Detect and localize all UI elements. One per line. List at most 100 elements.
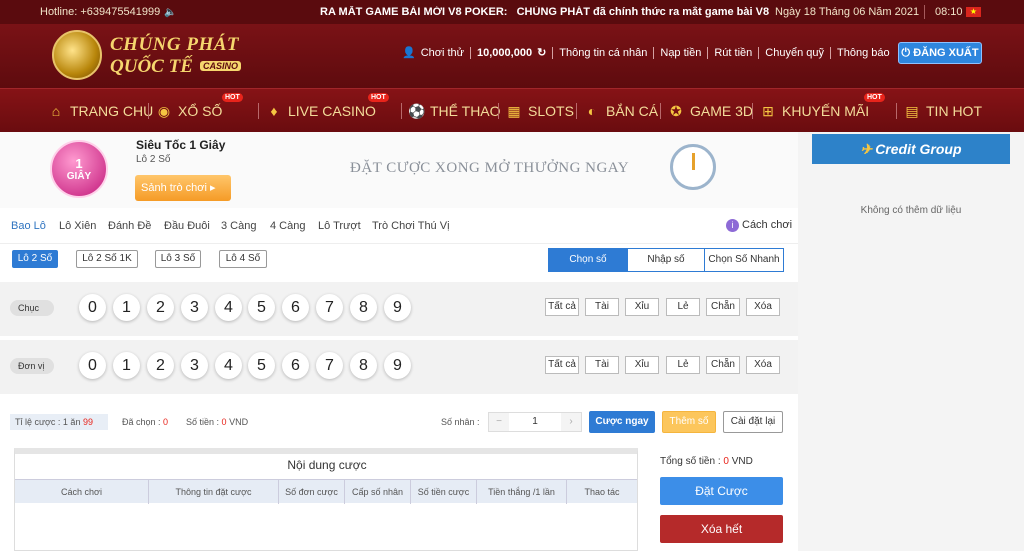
- lobby-button[interactable]: Sảnh trò chơi ▸: [135, 175, 231, 201]
- date-text: Ngày 18 Tháng 06 Năm 2021: [775, 6, 920, 18]
- digit-button[interactable]: 8: [350, 352, 377, 379]
- digit-button[interactable]: 3: [181, 294, 208, 321]
- logo-line2: QUỐC TẾ: [110, 56, 193, 77]
- link-notification[interactable]: Thông báo: [837, 47, 890, 59]
- digit-button[interactable]: 6: [282, 352, 309, 379]
- nav-item-lottery[interactable]: ◉ XỔ SỐ: [156, 89, 222, 133]
- quick-clear-button[interactable]: Xóa: [746, 356, 780, 374]
- divider: [552, 46, 554, 59]
- digit-button[interactable]: 0: [79, 294, 106, 321]
- refresh-icon[interactable]: ↻: [537, 46, 546, 59]
- subtab-lo-3-so[interactable]: Lô 3 Số: [155, 250, 201, 268]
- main-nav: ⌂ TRANG CHU ◉ XỔ SỐ HOT ♦ LIVE CASINO HOT ⚽…: [0, 88, 1024, 132]
- logout-label: ĐĂNG XUẤT: [913, 47, 979, 59]
- minus-icon[interactable]: −: [489, 413, 509, 431]
- credit-group-banner[interactable]: ✈ Credit Group: [812, 134, 1010, 164]
- digit-button[interactable]: 6: [282, 294, 309, 321]
- subtab-lo-4-so[interactable]: Lô 4 Số: [219, 250, 267, 268]
- digit-button[interactable]: 5: [248, 352, 275, 379]
- digit-button[interactable]: 4: [215, 352, 242, 379]
- digit-button[interactable]: 7: [316, 352, 343, 379]
- digit-button[interactable]: 1: [113, 294, 140, 321]
- nav-item-live-casino[interactable]: ♦ LIVE CASINO: [266, 89, 376, 133]
- link-deposit[interactable]: Nạp tiền: [660, 47, 701, 59]
- header: CHÚNG PHÁT QUỐC TẾ CASINO 👤 Chơi thử 10,…: [0, 24, 1024, 88]
- divider: [653, 46, 655, 59]
- digit-button[interactable]: 3: [181, 352, 208, 379]
- hotline-text: Hotline: +639475541999: [40, 6, 161, 18]
- vietnam-flag-icon[interactable]: ★: [966, 7, 981, 17]
- column-header: Số tiền cược: [411, 480, 477, 504]
- digit-button[interactable]: 0: [79, 352, 106, 379]
- nav-item-slots[interactable]: ▦ SLOTS: [506, 89, 574, 133]
- subtab-lo-2-so-1k[interactable]: Lô 2 Số 1K: [76, 250, 138, 268]
- nav-item-game3d[interactable]: ✪ GAME 3D: [668, 89, 753, 133]
- quick-big-button[interactable]: Tài: [585, 356, 619, 374]
- quick-small-button[interactable]: Xỉu: [625, 356, 659, 374]
- nav-item-news[interactable]: ▤ TIN HOT: [904, 89, 982, 133]
- divider: [498, 103, 499, 119]
- nav-label: XỔ SỐ: [178, 103, 223, 119]
- quick-even-button[interactable]: Chẵn: [706, 298, 740, 316]
- speaker-icon[interactable]: 🔈: [164, 7, 176, 18]
- nav-item-promotion[interactable]: ⊞ KHUYẾN MÃI: [760, 89, 869, 133]
- logout-button[interactable]: ⏻ ĐĂNG XUẤT: [898, 42, 982, 64]
- link-profile[interactable]: Thông tin cá nhân: [559, 47, 647, 59]
- nav-item-sports[interactable]: ⚽ THỂ THAO: [408, 89, 501, 133]
- digit-button[interactable]: 1: [113, 352, 140, 379]
- row-label: Đơn vị: [10, 358, 54, 374]
- quick-odd-button[interactable]: Lẻ: [666, 356, 700, 374]
- tab-tro-choi-thu-vi[interactable]: Trò Chơi Thú Vị: [372, 220, 450, 232]
- divider: [470, 46, 472, 59]
- mode-chon-so[interactable]: Chọn số: [548, 248, 628, 272]
- power-icon: ⏻: [901, 47, 911, 59]
- link-withdraw[interactable]: Rút tiền: [714, 47, 752, 59]
- game-ball-icon: 1 GIÂY: [50, 140, 108, 198]
- subtab-lo-2-so[interactable]: Lô 2 Số: [12, 250, 58, 268]
- digit-button[interactable]: 2: [147, 352, 174, 379]
- how-to-play-link[interactable]: i Cách chơi: [726, 219, 792, 232]
- place-bet-button[interactable]: Đặt Cược: [660, 477, 783, 505]
- divider: [576, 103, 577, 119]
- multiplier-stepper[interactable]: − 1 ›: [488, 412, 582, 432]
- digit-button[interactable]: 8: [350, 294, 377, 321]
- divider: [924, 5, 925, 19]
- mode-chon-so-nhanh[interactable]: Chọn Số Nhanh: [704, 248, 784, 272]
- digit-button[interactable]: 4: [215, 294, 242, 321]
- plus-icon[interactable]: ›: [561, 413, 581, 431]
- add-number-button[interactable]: Thêm số: [662, 411, 716, 433]
- quick-big-button[interactable]: Tài: [585, 298, 619, 316]
- digit-button[interactable]: 7: [316, 294, 343, 321]
- tab-bao-lo[interactable]: Bao Lô: [11, 220, 46, 232]
- tab-4-cang[interactable]: 4 Càng: [270, 220, 305, 232]
- quick-all-button[interactable]: Tất cả: [545, 356, 579, 374]
- digit-button[interactable]: 9: [384, 294, 411, 321]
- logo[interactable]: CHÚNG PHÁT QUỐC TẾ CASINO: [52, 28, 252, 84]
- quick-all-button[interactable]: Tất cả: [545, 298, 579, 316]
- link-transfer[interactable]: Chuyển quỹ: [765, 47, 824, 59]
- digit-button[interactable]: 5: [248, 294, 275, 321]
- multiplier-value[interactable]: 1: [509, 413, 561, 431]
- tab-danh-de[interactable]: Đánh Đề: [108, 220, 151, 232]
- username[interactable]: Chơi thử: [421, 47, 464, 59]
- tab-3-cang[interactable]: 3 Càng: [221, 220, 256, 232]
- bet-now-button[interactable]: Cược ngay: [589, 411, 655, 433]
- quick-odd-button[interactable]: Lẻ: [666, 298, 700, 316]
- nav-item-fishing[interactable]: ◐ BẮN CÁ: [584, 89, 658, 133]
- digit-button[interactable]: 2: [147, 294, 174, 321]
- divider: [896, 103, 897, 119]
- user-bar: 👤 Chơi thử 10,000,000 ↻ Thông tin cá nhâ…: [402, 46, 890, 59]
- quick-small-button[interactable]: Xỉu: [625, 298, 659, 316]
- column-header: Số đơn cược: [279, 480, 345, 504]
- tab-dau-duoi[interactable]: Đầu Đuôi: [164, 220, 210, 232]
- nav-item-home[interactable]: ⌂ TRANG CHU: [48, 89, 153, 133]
- clear-all-button[interactable]: Xóa hết: [660, 515, 783, 543]
- digit-button[interactable]: 9: [384, 352, 411, 379]
- tab-lo-truot[interactable]: Lô Trượt: [318, 220, 361, 232]
- reset-button[interactable]: Cài đặt lại: [723, 411, 783, 433]
- mode-nhap-so[interactable]: Nhập số: [627, 248, 705, 272]
- quick-even-button[interactable]: Chẵn: [706, 356, 740, 374]
- tab-lo-xien[interactable]: Lô Xiên: [59, 220, 96, 232]
- main-content: 1 GIÂY Siêu Tốc 1 Giây Lô 2 Số Sảnh trò c…: [0, 132, 798, 551]
- quick-clear-button[interactable]: Xóa: [746, 298, 780, 316]
